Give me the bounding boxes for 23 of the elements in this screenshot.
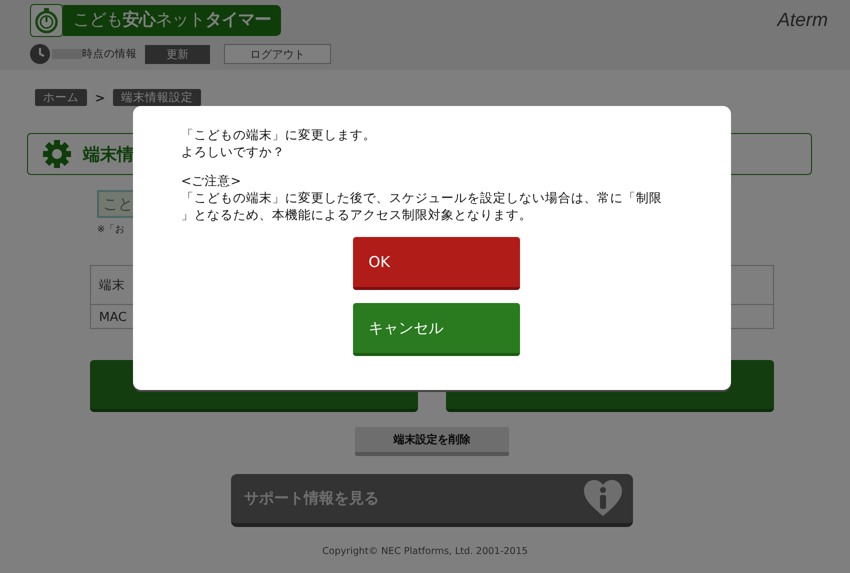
logout-button[interactable]: ログアウト [224, 44, 331, 64]
app-title: こども安心ネットタイマー [63, 5, 281, 36]
dialog-message: よろしいですか？ [181, 143, 286, 160]
breadcrumb-separator: > [95, 90, 106, 104]
clock-icon [30, 44, 50, 64]
note-text: 「こどもの端末」に変更した後で、スケジュールを設定しない場合は、常に「制限 [181, 189, 663, 206]
field-note: ※「お [97, 223, 125, 236]
ok-button[interactable]: OK [352, 237, 520, 290]
info-time-label: 時点の情報 [82, 47, 137, 61]
breadcrumb-link[interactable]: ホーム [35, 89, 87, 106]
cancel-button[interactable]: キャンセル [352, 303, 520, 356]
section-title: 端末情 [83, 144, 134, 166]
stopwatch-icon [30, 4, 63, 37]
refresh-button[interactable]: 更新 [145, 44, 210, 64]
dialog-message: 「こどもの端末」に変更します。 [181, 126, 377, 143]
delete-settings-button[interactable]: 端末設定を削除 [355, 427, 509, 456]
note-text: 」となるため、本機能によるアクセス制限対象となります。 [181, 206, 533, 223]
breadcrumb-link[interactable]: 端末情報設定 [113, 89, 202, 106]
info-heart-icon [583, 478, 623, 518]
brand-logo: Aterm [777, 10, 828, 32]
note-title: <ご注意> [181, 172, 242, 189]
gear-icon [42, 139, 72, 169]
copyright-text: Copyright© NEC Platforms, Ltd. 2001-2015 [322, 546, 528, 557]
